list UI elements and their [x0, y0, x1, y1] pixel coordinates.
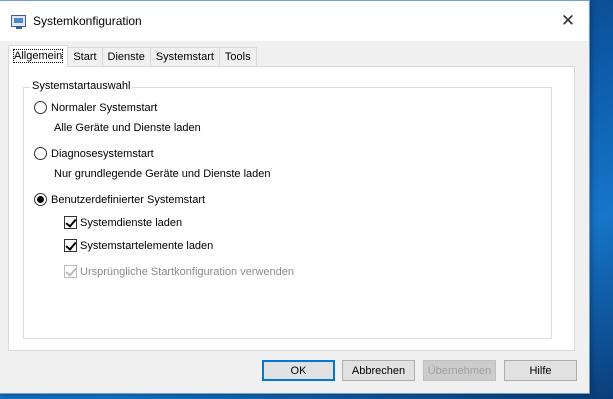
checkbox-label: Systemdienste laden: [80, 216, 183, 229]
radio-label: Diagnosesystemstart: [51, 147, 154, 160]
system-configuration-window: Systemkonfiguration ✕ Allgemein Start Di…: [0, 0, 590, 394]
radio-button[interactable]: [34, 147, 47, 160]
tab-tools[interactable]: Tools: [218, 47, 257, 67]
radio-button[interactable]: [34, 101, 47, 114]
radio-label: Normaler Systemstart: [51, 101, 158, 114]
radio-description: Alle Geräte und Dienste laden: [54, 122, 201, 134]
tab-start[interactable]: Start: [67, 47, 103, 67]
radio-button[interactable]: [34, 193, 47, 206]
checkbox[interactable]: [64, 239, 77, 252]
tab-label: Dienste: [107, 51, 145, 63]
group-title: Systemstartauswahl: [30, 80, 133, 92]
startup-selection-group: Systemstartauswahl Normaler Systemstart …: [23, 80, 552, 339]
window-title: Systemkonfiguration: [33, 14, 142, 28]
checkbox: [64, 265, 77, 278]
tab-allgemein[interactable]: Allgemein: [8, 45, 69, 67]
radio-label: Benutzerdefinierter Systemstart: [51, 193, 206, 206]
help-button[interactable]: Hilfe: [504, 360, 577, 381]
close-button[interactable]: ✕: [545, 1, 591, 41]
tab-label: Systemstart: [155, 51, 214, 63]
title-bar[interactable]: Systemkonfiguration ✕: [0, 1, 588, 41]
radio-normal-startup[interactable]: Normaler Systemstart: [34, 101, 157, 114]
radio-diagnostic-startup[interactable]: Diagnosesystemstart: [34, 147, 154, 160]
msconfig-app-icon: [11, 15, 26, 29]
tab-systemstart[interactable]: Systemstart: [149, 47, 220, 67]
checkbox[interactable]: [64, 216, 77, 229]
radio-selective-startup[interactable]: Benutzerdefinierter Systemstart: [34, 193, 205, 206]
checkbox-use-original-boot-config: Ursprüngliche Startkonfiguration verwend…: [64, 265, 294, 278]
tab-dienste[interactable]: Dienste: [101, 47, 151, 67]
tab-label: Allgemein: [12, 49, 64, 63]
tab-label: Start: [73, 51, 97, 63]
apply-button: Übernehmen: [423, 360, 496, 381]
checkbox-load-system-services[interactable]: Systemdienste laden: [64, 216, 182, 229]
radio-description: Nur grundlegende Geräte und Dienste lade…: [54, 168, 271, 180]
tab-label: Tools: [224, 51, 251, 63]
ok-button[interactable]: OK: [262, 360, 335, 381]
tab-strip: Allgemein Start Dienste Systemstart Tool…: [8, 45, 257, 67]
checkbox-load-startup-items[interactable]: Systemstartelemente laden: [64, 239, 213, 252]
tab-panel-allgemein: Systemstartauswahl Normaler Systemstart …: [8, 66, 575, 351]
cancel-button[interactable]: Abbrechen: [342, 360, 415, 381]
checkbox-label: Ursprüngliche Startkonfiguration verwend…: [80, 265, 295, 278]
checkbox-label: Systemstartelemente laden: [80, 239, 214, 252]
